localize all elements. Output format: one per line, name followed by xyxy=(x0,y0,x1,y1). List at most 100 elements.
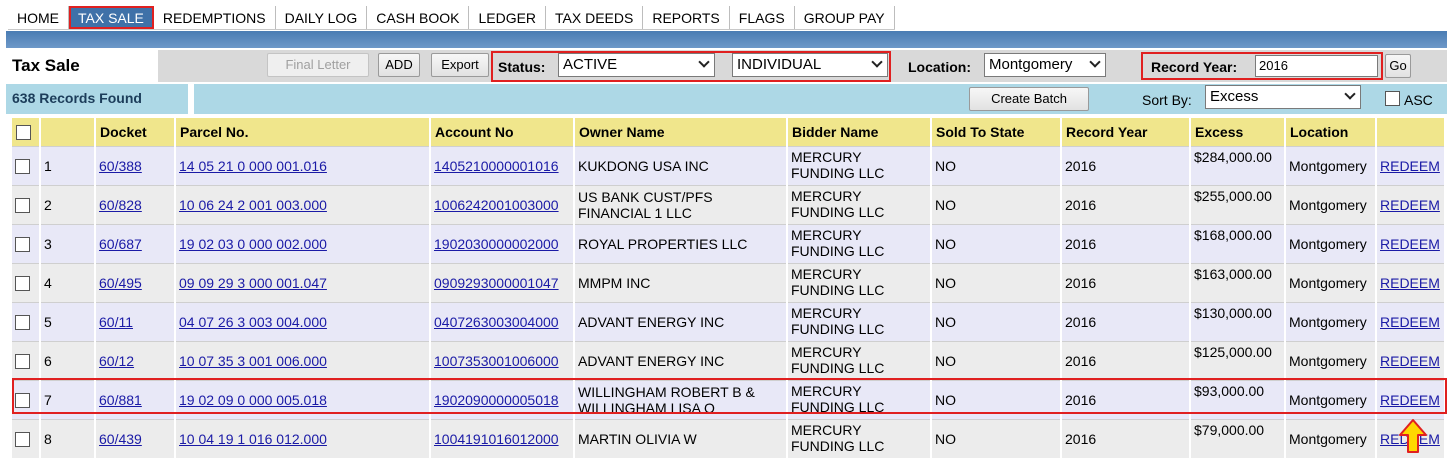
account-link[interactable]: 1006242001003000 xyxy=(434,197,559,213)
redeem-link[interactable]: REDEEM xyxy=(1380,236,1440,252)
row-checkbox[interactable] xyxy=(15,392,30,408)
parcel-link[interactable]: 10 07 35 3 001 006.000 xyxy=(179,353,327,369)
docket-link[interactable]: 60/439 xyxy=(99,431,142,447)
row-number-header xyxy=(40,118,96,146)
row-checkbox[interactable] xyxy=(15,197,30,213)
account-link-cell: 1007353001006000 xyxy=(430,340,575,380)
nav-daily-log[interactable]: DAILY LOG xyxy=(276,6,368,29)
table-row: 8 60/439 10 04 19 1 016 012.000 10041910160… xyxy=(12,418,1446,458)
status-select[interactable]: ACTIVE xyxy=(558,53,715,77)
account-link[interactable]: 0909293000001047 xyxy=(434,275,559,291)
table-row: 6 60/12 10 07 35 3 001 006.000 100735300100… xyxy=(12,340,1446,380)
nav-redemptions[interactable]: REDEMPTIONS xyxy=(154,6,276,29)
owner-name: KUKDONG USA INC xyxy=(574,145,788,185)
nav-cash-book[interactable]: CASH BOOK xyxy=(367,6,470,29)
docket-link[interactable]: 60/495 xyxy=(99,275,142,291)
location: Montgomery xyxy=(1285,379,1377,419)
parcel-link[interactable]: 09 09 29 3 000 001.047 xyxy=(179,275,327,291)
location: Montgomery xyxy=(1285,301,1377,341)
redeem-link-cell: REDEEM xyxy=(1376,145,1446,185)
parcel-link[interactable]: 14 05 21 0 000 001.016 xyxy=(179,158,327,174)
row-number: 1 xyxy=(40,145,96,185)
redeem-link[interactable]: REDEEM xyxy=(1380,314,1440,330)
account-link[interactable]: 0407263003004000 xyxy=(434,314,559,330)
row-checkbox[interactable] xyxy=(15,314,30,330)
row-checkbox[interactable] xyxy=(15,353,30,369)
redeem-link-cell: REDEEM xyxy=(1376,379,1446,419)
column-header-sold-to-state[interactable]: Sold To State xyxy=(931,118,1062,146)
account-link[interactable]: 1405210000001016 xyxy=(434,158,559,174)
redeem-link[interactable]: REDEEM xyxy=(1380,275,1440,291)
owner-name: MARTIN OLIVIA W xyxy=(574,418,788,458)
parcel-link[interactable]: 19 02 03 0 000 002.000 xyxy=(179,236,327,252)
docket-link[interactable]: 60/12 xyxy=(99,353,134,369)
record-year-input[interactable]: 2016 xyxy=(1255,55,1378,77)
docket-link[interactable]: 60/687 xyxy=(99,236,142,252)
bidder-cell: MERCURY FUNDING LLC xyxy=(787,340,932,380)
nav-reports[interactable]: REPORTS xyxy=(643,6,730,29)
parcel-link[interactable]: 04 07 26 3 003 004.000 xyxy=(179,314,327,330)
row-checkbox[interactable] xyxy=(15,158,30,174)
location: Montgomery xyxy=(1285,262,1377,302)
bidder-name: MERCURY FUNDING LLC xyxy=(791,304,885,337)
nav-tax-sale[interactable]: TAX SALE xyxy=(69,6,154,29)
docket-link[interactable]: 60/388 xyxy=(99,158,142,174)
sort-by-select[interactable]: Excess xyxy=(1205,85,1361,109)
owner-name: ADVANT ENERGY INC xyxy=(574,340,788,380)
redeem-link[interactable]: REDEEM xyxy=(1380,197,1440,213)
docket-link[interactable]: 60/881 xyxy=(99,392,142,408)
parcel-link[interactable]: 19 02 09 0 000 005.018 xyxy=(179,392,327,408)
create-batch-button[interactable]: Create Batch xyxy=(969,87,1089,111)
owner-name: WILLINGHAM ROBERT B & WILLINGHAM LISA O xyxy=(574,379,788,419)
column-header-record-year[interactable]: Record Year xyxy=(1061,118,1191,146)
row-number: 7 xyxy=(40,379,96,419)
bidder-name: MERCURY FUNDING LLC xyxy=(791,382,885,415)
location-select[interactable]: Montgomery xyxy=(984,53,1106,77)
column-header-docket[interactable]: Docket xyxy=(95,118,176,146)
final-letter-button[interactable]: Final Letter xyxy=(267,53,369,77)
account-link[interactable]: 1007353001006000 xyxy=(434,353,559,369)
account-link-cell: 1902030000002000 xyxy=(430,223,575,263)
row-select-cell xyxy=(12,418,41,458)
asc-checkbox[interactable] xyxy=(1385,91,1400,106)
sold-to-state: NO xyxy=(931,145,1062,185)
column-header-parcel[interactable]: Parcel No. xyxy=(175,118,431,146)
export-button[interactable]: Export xyxy=(431,53,489,77)
docket-link[interactable]: 60/828 xyxy=(99,197,142,213)
column-header-owner[interactable]: Owner Name xyxy=(574,118,788,146)
nav-group-pay[interactable]: GROUP PAY xyxy=(795,6,895,29)
table-row: 4 60/495 09 09 29 3 000 001.047 09092930000… xyxy=(12,262,1446,302)
row-checkbox[interactable] xyxy=(15,275,30,291)
column-header-account[interactable]: Account No xyxy=(430,118,575,146)
docket-link[interactable]: 60/11 xyxy=(99,314,133,330)
account-link[interactable]: 1004191016012000 xyxy=(434,431,559,447)
nav-home[interactable]: HOME xyxy=(8,6,69,29)
redeem-link[interactable]: REDEEM xyxy=(1380,158,1440,174)
nav-flags[interactable]: FLAGS xyxy=(730,6,795,29)
select-all-checkbox[interactable] xyxy=(16,125,31,141)
docket-link-cell: 60/11 xyxy=(95,301,176,341)
type-select[interactable]: INDIVIDUAL xyxy=(732,53,888,77)
account-link[interactable]: 1902090000005018 xyxy=(434,392,559,408)
row-checkbox[interactable] xyxy=(15,432,30,448)
account-link[interactable]: 1902030000002000 xyxy=(434,236,559,252)
column-header-excess[interactable]: Excess xyxy=(1190,118,1286,146)
nav-tax-deeds[interactable]: TAX DEEDS xyxy=(546,6,644,29)
row-number: 5 xyxy=(40,301,96,341)
row-select-cell xyxy=(12,184,41,224)
column-header-bidder[interactable]: Bidder Name xyxy=(787,118,932,146)
parcel-link[interactable]: 10 04 19 1 016 012.000 xyxy=(179,431,327,447)
redeem-link[interactable]: REDEEM xyxy=(1380,392,1440,408)
column-header-location[interactable]: Location xyxy=(1285,118,1377,146)
row-checkbox[interactable] xyxy=(15,236,30,252)
redeem-link[interactable]: REDEEM xyxy=(1380,353,1440,369)
go-button[interactable]: Go xyxy=(1385,54,1411,78)
account-link-cell: 0407263003004000 xyxy=(430,301,575,341)
parcel-link[interactable]: 10 06 24 2 001 003.000 xyxy=(179,197,327,213)
redeem-link-cell: REDEEM xyxy=(1376,223,1446,263)
bidder-cell: MERCURY FUNDING LLC xyxy=(787,184,932,224)
location: Montgomery xyxy=(1285,223,1377,263)
add-button[interactable]: ADD xyxy=(378,53,420,77)
bidder-cell: MERCURY FUNDING LLC xyxy=(787,262,932,302)
nav-ledger[interactable]: LEDGER xyxy=(469,6,547,29)
